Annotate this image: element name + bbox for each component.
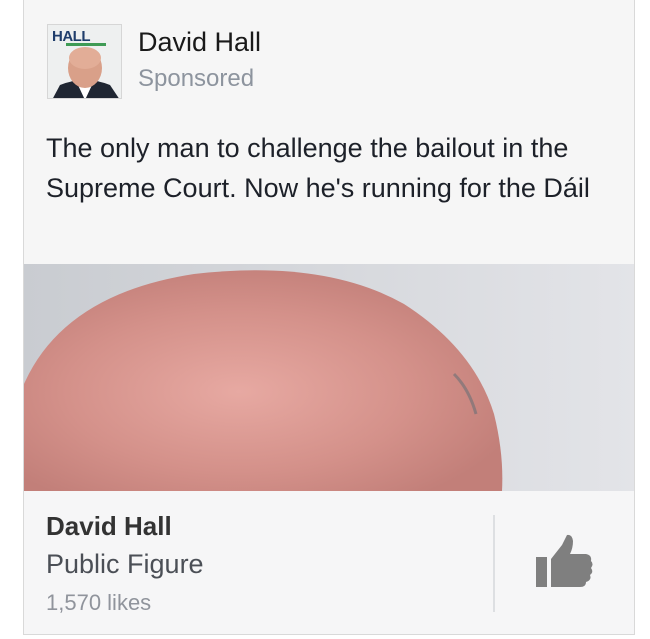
avatar-logo-stripe bbox=[66, 43, 106, 46]
sponsored-label[interactable]: Sponsored bbox=[138, 65, 254, 93]
post-header: HALL David Hall Sponsored The only man t… bbox=[24, 0, 634, 264]
page-likes-count: 1,570 likes bbox=[46, 590, 152, 615]
page-name[interactable]: David Hall bbox=[46, 511, 172, 542]
thumbs-up-icon bbox=[536, 534, 593, 587]
divider bbox=[493, 515, 495, 612]
page-avatar[interactable]: HALL bbox=[47, 24, 122, 99]
bald-head-photo bbox=[24, 264, 634, 491]
sponsored-post-card: HALL David Hall Sponsored The only man t… bbox=[23, 0, 635, 635]
page-attachment[interactable]: David Hall Public Figure 1,570 likes bbox=[24, 491, 634, 634]
post-message: The only man to challenge the bailout in… bbox=[46, 133, 590, 203]
page-category: Public Figure bbox=[46, 549, 204, 579]
like-page-button[interactable] bbox=[534, 533, 598, 591]
post-author-name[interactable]: David Hall bbox=[138, 27, 261, 58]
post-image[interactable] bbox=[24, 264, 634, 491]
